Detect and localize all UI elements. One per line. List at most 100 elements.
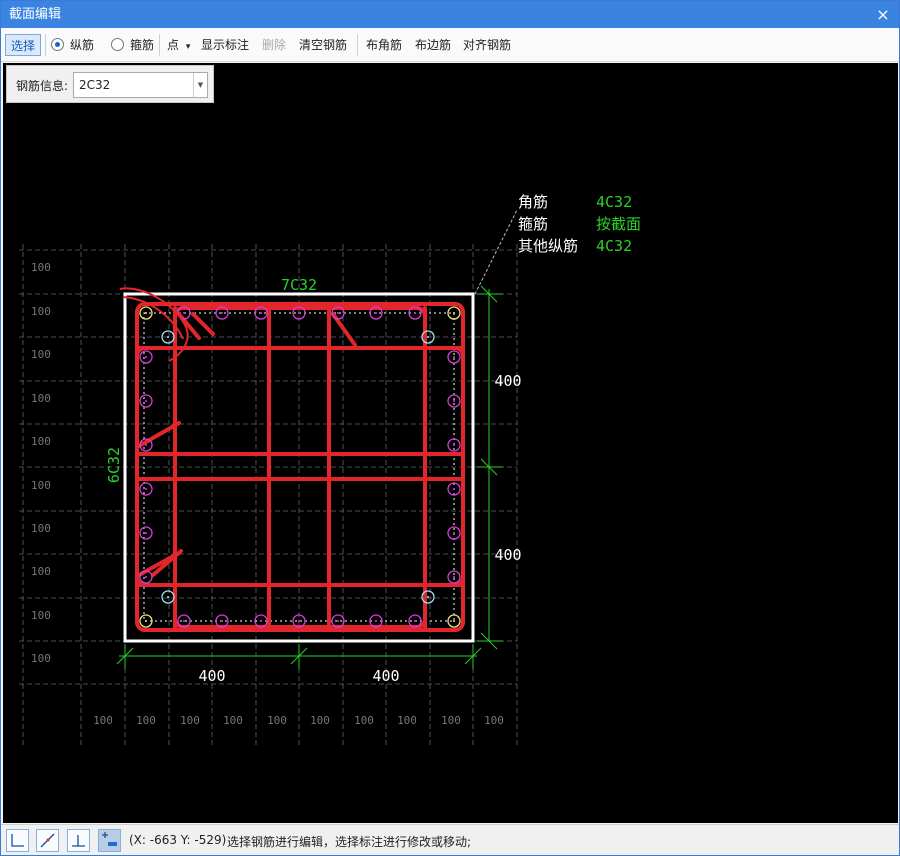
legend-value-other[interactable]: 4C32: [596, 237, 632, 255]
right-rebar-center: [453, 444, 455, 446]
grid-label: 100: [397, 714, 417, 727]
dim-right-top-label[interactable]: 400: [494, 372, 521, 390]
top-rebar-center: [221, 312, 223, 314]
dim-bottom-left-label[interactable]: 400: [198, 667, 225, 685]
grid-label: 100: [31, 565, 51, 578]
bottom-rebar-center: [375, 620, 377, 622]
grid-label: 100: [441, 714, 461, 727]
grid-label: 100: [180, 714, 200, 727]
ortho-snap-icon[interactable]: [6, 829, 29, 852]
radio-longitudinal[interactable]: 纵筋: [51, 34, 94, 56]
bottom-rebar-center: [183, 620, 185, 622]
bottom-rebar-center: [221, 620, 223, 622]
grid-label: 100: [31, 652, 51, 665]
left-rebar-center: [145, 356, 147, 358]
rebar-info-select[interactable]: 2C32 ▼: [73, 72, 208, 98]
right-rebar-center: [453, 532, 455, 534]
section-drawing[interactable]: 100 100 100 100 100 100 100 100 100 100 100 100 100 1…: [3, 63, 898, 823]
stirrup-hook[interactable]: [191, 312, 215, 336]
radio-stirrup-label: 箍筋: [130, 38, 155, 52]
right-rebar-center: [453, 576, 455, 578]
diagonal-line-icon[interactable]: [36, 829, 59, 852]
corner-rebar-button[interactable]: 布角筋: [366, 34, 402, 56]
grid-label: 100: [93, 714, 113, 727]
grid-label: 100: [31, 609, 51, 622]
stirrup-rebar-center: [167, 336, 169, 338]
top-rebar-label[interactable]: 7C32: [281, 276, 317, 294]
edge-rebar-button[interactable]: 布边筋: [415, 34, 451, 56]
window-title: 截面编辑: [9, 7, 62, 22]
corner-rebar-center: [453, 620, 455, 622]
left-rebar-center: [145, 532, 147, 534]
inner-stirrup[interactable]: [135, 346, 465, 587]
grid-label: 100: [31, 522, 51, 535]
stirrup-rebar-center: [427, 336, 429, 338]
grid-label: 100: [31, 348, 51, 361]
left-rebar-center: [145, 444, 147, 446]
top-rebar-center: [414, 312, 416, 314]
bottom-rebar-center: [298, 620, 300, 622]
delete-button[interactable]: 删除: [262, 34, 286, 56]
corner-rebar-center: [453, 312, 455, 314]
toolbar-divider: [45, 34, 46, 56]
offset-snap-icon[interactable]: [98, 829, 121, 852]
grid-label: 100: [223, 714, 243, 727]
dim-bottom-right-label[interactable]: 400: [372, 667, 399, 685]
grid-label: 100: [31, 392, 51, 405]
top-rebar-center: [183, 312, 185, 314]
legend-value-corner[interactable]: 4C32: [596, 193, 632, 211]
top-rebar-center: [375, 312, 377, 314]
toolbar: 选择 纵筋 箍筋 点 ▾ 显示标注 删除 清空钢筋 布角筋 布边筋 对齐钢筋: [1, 28, 899, 62]
right-rebar-center: [453, 356, 455, 358]
dim-right-bottom-label[interactable]: 400: [494, 546, 521, 564]
stirrup-rebar-center: [427, 596, 429, 598]
grid-label: 100: [310, 714, 330, 727]
corner-rebar-center: [145, 312, 147, 314]
stirrup-rebar-center: [167, 596, 169, 598]
left-rebar-label[interactable]: 6C32: [105, 447, 123, 483]
rebar-info-panel: 钢筋信息: 2C32 ▼: [6, 65, 214, 103]
leader-line: [474, 209, 518, 295]
clear-rebar-button[interactable]: 清空钢筋: [299, 34, 347, 56]
grid-label: 100: [31, 435, 51, 448]
show-annotation-button[interactable]: 显示标注: [201, 34, 249, 56]
rebar-info-label: 钢筋信息:: [16, 79, 69, 93]
legend-key-corner: 角筋: [518, 193, 548, 211]
align-rebar-button[interactable]: 对齐钢筋: [463, 34, 511, 56]
grid-label: 100: [267, 714, 287, 727]
status-coords: (X: -663 Y: -529): [129, 833, 227, 847]
point-dropdown[interactable]: 点 ▾: [167, 34, 190, 56]
title-bar: 截面编辑 ×: [1, 1, 899, 28]
legend-value-stirrup[interactable]: 按截面: [596, 215, 641, 233]
grid-label: 100: [354, 714, 374, 727]
legend-key-other: 其他纵筋: [518, 237, 578, 255]
status-bar: (X: -663 Y: -529) 选择钢筋进行编辑，选择标注进行修改或移动;: [1, 824, 899, 855]
legend-key-stirrup: 箍筋: [518, 215, 548, 233]
grid-label: 100: [484, 714, 504, 727]
toolbar-divider: [357, 34, 358, 56]
left-rebar-center: [145, 488, 147, 490]
top-rebar-center: [260, 312, 262, 314]
close-icon[interactable]: ×: [875, 1, 891, 28]
section-editor-window: 截面编辑 × 选择 纵筋 箍筋 点 ▾ 显示标注 删除 清空钢筋 布角筋 布边筋…: [0, 0, 900, 856]
top-rebar-center: [337, 312, 339, 314]
right-rebar-center: [453, 488, 455, 490]
left-rebar-center: [145, 576, 147, 578]
select-button[interactable]: 选择: [5, 34, 41, 56]
radio-unchecked-icon: [111, 38, 124, 51]
drawing-canvas[interactable]: 100 100 100 100 100 100 100 100 100 100 100 100 100 1…: [3, 63, 898, 823]
radio-stirrup[interactable]: 箍筋: [111, 34, 154, 56]
perpendicular-icon[interactable]: [67, 829, 90, 852]
bottom-rebar-center: [414, 620, 416, 622]
corner-rebar-center: [145, 620, 147, 622]
chevron-down-icon[interactable]: ▼: [193, 73, 207, 97]
annotation-scribble: [119, 287, 189, 362]
inner-stirrup[interactable]: [173, 306, 427, 629]
bottom-rebar-center: [337, 620, 339, 622]
chevron-down-icon: ▾: [185, 42, 191, 52]
radio-checked-icon: [51, 38, 64, 51]
radio-longitudinal-label: 纵筋: [70, 38, 95, 52]
grid-label: 100: [31, 305, 51, 318]
right-rebar-center: [453, 400, 455, 402]
toolbar-divider: [159, 34, 160, 56]
